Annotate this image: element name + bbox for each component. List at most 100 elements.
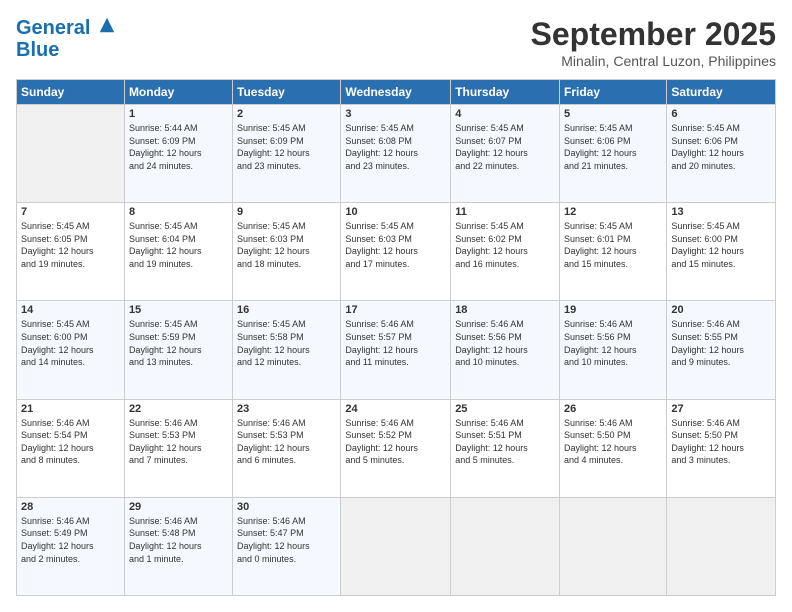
day-number: 7 [21,206,120,218]
calendar-cell: 8 Sunrise: 5:45 AM Sunset: 6:04 PM Daylig… [124,203,232,301]
week-row-1: 1Sunrise: 5:44 AM Sunset: 6:09 PM Daylig… [17,105,776,203]
calendar-cell: 27 Sunrise: 5:46 AM Sunset: 5:50 PM Dayli… [667,399,776,497]
calendar-cell: 9 Sunrise: 5:45 AM Sunset: 6:03 PM Daylig… [233,203,341,301]
day-number: 26 [564,403,662,415]
calendar-cell: 26Sunrise: 5:46 AM Sunset: 5:50 PM Dayli… [560,399,667,497]
calendar-cell: 24 Sunrise: 5:46 AM Sunset: 5:52 PM Dayli… [341,399,451,497]
title-block: September 2025 Minalin, Central Luzon, P… [531,16,776,69]
day-number: 30 [237,501,336,513]
day-info: Sunrise: 5:45 AM Sunset: 6:06 PM Dayligh… [564,122,662,172]
month-title: September 2025 [531,16,776,53]
column-header-sunday: Sunday [17,80,125,105]
day-number: 28 [21,501,120,513]
calendar-cell: 11 Sunrise: 5:45 AM Sunset: 6:02 PM Dayli… [451,203,560,301]
day-number: 10 [345,206,446,218]
day-info: Sunrise: 5:45 AM Sunset: 6:06 PM Dayligh… [671,122,771,172]
calendar-cell: 18Sunrise: 5:46 AM Sunset: 5:56 PM Dayli… [451,301,560,399]
calendar-cell: 6 Sunrise: 5:45 AM Sunset: 6:06 PM Daylig… [667,105,776,203]
calendar-cell: 30 Sunrise: 5:46 AM Sunset: 5:47 PM Dayli… [233,497,341,595]
day-number: 11 [455,206,555,218]
day-number: 29 [129,501,228,513]
day-info: Sunrise: 5:46 AM Sunset: 5:57 PM Dayligh… [345,318,446,368]
logo-general: General [16,17,90,39]
day-number: 3 [345,108,446,120]
calendar-cell [17,105,125,203]
day-number: 18 [455,304,555,316]
day-info: Sunrise: 5:45 AM Sunset: 6:01 PM Dayligh… [564,220,662,270]
calendar-cell [667,497,776,595]
day-number: 25 [455,403,555,415]
calendar-cell: 13 Sunrise: 5:45 AM Sunset: 6:00 PM Dayli… [667,203,776,301]
day-number: 9 [237,206,336,218]
logo-blue: Blue [16,39,59,61]
day-info: Sunrise: 5:45 AM Sunset: 6:03 PM Dayligh… [237,220,336,270]
logo-text: General Blue [16,16,116,61]
day-number: 5 [564,108,662,120]
day-info: Sunrise: 5:45 AM Sunset: 6:05 PM Dayligh… [21,220,120,270]
day-info: Sunrise: 5:45 AM Sunset: 6:04 PM Dayligh… [129,220,228,270]
week-row-4: 21Sunrise: 5:46 AM Sunset: 5:54 PM Dayli… [17,399,776,497]
day-info: Sunrise: 5:46 AM Sunset: 5:47 PM Dayligh… [237,515,336,565]
day-info: Sunrise: 5:45 AM Sunset: 5:58 PM Dayligh… [237,318,336,368]
day-number: 8 [129,206,228,218]
day-info: Sunrise: 5:45 AM Sunset: 6:08 PM Dayligh… [345,122,446,172]
page: General Blue September 2025 Minalin, Cen… [0,0,792,612]
day-number: 20 [671,304,771,316]
day-number: 24 [345,403,446,415]
calendar-cell: 29Sunrise: 5:46 AM Sunset: 5:48 PM Dayli… [124,497,232,595]
calendar-cell: 20 Sunrise: 5:46 AM Sunset: 5:55 PM Dayli… [667,301,776,399]
day-info: Sunrise: 5:46 AM Sunset: 5:56 PM Dayligh… [564,318,662,368]
day-number: 16 [237,304,336,316]
calendar-cell: 17Sunrise: 5:46 AM Sunset: 5:57 PM Dayli… [341,301,451,399]
day-number: 13 [671,206,771,218]
calendar-cell: 7 Sunrise: 5:45 AM Sunset: 6:05 PM Daylig… [17,203,125,301]
column-header-monday: Monday [124,80,232,105]
calendar-cell: 22Sunrise: 5:46 AM Sunset: 5:53 PM Dayli… [124,399,232,497]
column-header-tuesday: Tuesday [233,80,341,105]
calendar-cell: 1Sunrise: 5:44 AM Sunset: 6:09 PM Daylig… [124,105,232,203]
day-info: Sunrise: 5:46 AM Sunset: 5:53 PM Dayligh… [237,417,336,467]
day-number: 22 [129,403,228,415]
day-number: 23 [237,403,336,415]
day-info: Sunrise: 5:46 AM Sunset: 5:52 PM Dayligh… [345,417,446,467]
calendar-cell: 14 Sunrise: 5:45 AM Sunset: 6:00 PM Dayli… [17,301,125,399]
calendar-cell [451,497,560,595]
calendar-cell: 4Sunrise: 5:45 AM Sunset: 6:07 PM Daylig… [451,105,560,203]
day-info: Sunrise: 5:46 AM Sunset: 5:55 PM Dayligh… [671,318,771,368]
calendar-table: SundayMondayTuesdayWednesdayThursdayFrid… [16,79,776,596]
day-info: Sunrise: 5:45 AM Sunset: 6:00 PM Dayligh… [21,318,120,368]
calendar-cell: 12Sunrise: 5:45 AM Sunset: 6:01 PM Dayli… [560,203,667,301]
day-info: Sunrise: 5:46 AM Sunset: 5:50 PM Dayligh… [671,417,771,467]
day-number: 6 [671,108,771,120]
calendar-cell: 5 Sunrise: 5:45 AM Sunset: 6:06 PM Daylig… [560,105,667,203]
week-row-2: 7 Sunrise: 5:45 AM Sunset: 6:05 PM Daylig… [17,203,776,301]
location: Minalin, Central Luzon, Philippines [531,53,776,69]
calendar-body: 1Sunrise: 5:44 AM Sunset: 6:09 PM Daylig… [17,105,776,596]
calendar-cell: 25 Sunrise: 5:46 AM Sunset: 5:51 PM Dayli… [451,399,560,497]
calendar-cell: 21Sunrise: 5:46 AM Sunset: 5:54 PM Dayli… [17,399,125,497]
column-header-wednesday: Wednesday [341,80,451,105]
calendar-cell: 2Sunrise: 5:45 AM Sunset: 6:09 PM Daylig… [233,105,341,203]
day-number: 27 [671,403,771,415]
day-number: 4 [455,108,555,120]
calendar-cell: 19 Sunrise: 5:46 AM Sunset: 5:56 PM Dayli… [560,301,667,399]
column-header-saturday: Saturday [667,80,776,105]
calendar-cell: 16 Sunrise: 5:45 AM Sunset: 5:58 PM Dayli… [233,301,341,399]
day-info: Sunrise: 5:45 AM Sunset: 5:59 PM Dayligh… [129,318,228,368]
calendar-header-row: SundayMondayTuesdayWednesdayThursdayFrid… [17,80,776,105]
day-number: 14 [21,304,120,316]
logo-icon [98,16,116,34]
day-info: Sunrise: 5:45 AM Sunset: 6:00 PM Dayligh… [671,220,771,270]
column-header-friday: Friday [560,80,667,105]
day-info: Sunrise: 5:45 AM Sunset: 6:02 PM Dayligh… [455,220,555,270]
day-info: Sunrise: 5:45 AM Sunset: 6:03 PM Dayligh… [345,220,446,270]
calendar-cell [560,497,667,595]
day-number: 19 [564,304,662,316]
header: General Blue September 2025 Minalin, Cen… [16,16,776,69]
calendar-cell: 15 Sunrise: 5:45 AM Sunset: 5:59 PM Dayli… [124,301,232,399]
day-number: 2 [237,108,336,120]
day-info: Sunrise: 5:46 AM Sunset: 5:51 PM Dayligh… [455,417,555,467]
calendar-cell: 3 Sunrise: 5:45 AM Sunset: 6:08 PM Daylig… [341,105,451,203]
day-info: Sunrise: 5:46 AM Sunset: 5:54 PM Dayligh… [21,417,120,467]
day-number: 15 [129,304,228,316]
